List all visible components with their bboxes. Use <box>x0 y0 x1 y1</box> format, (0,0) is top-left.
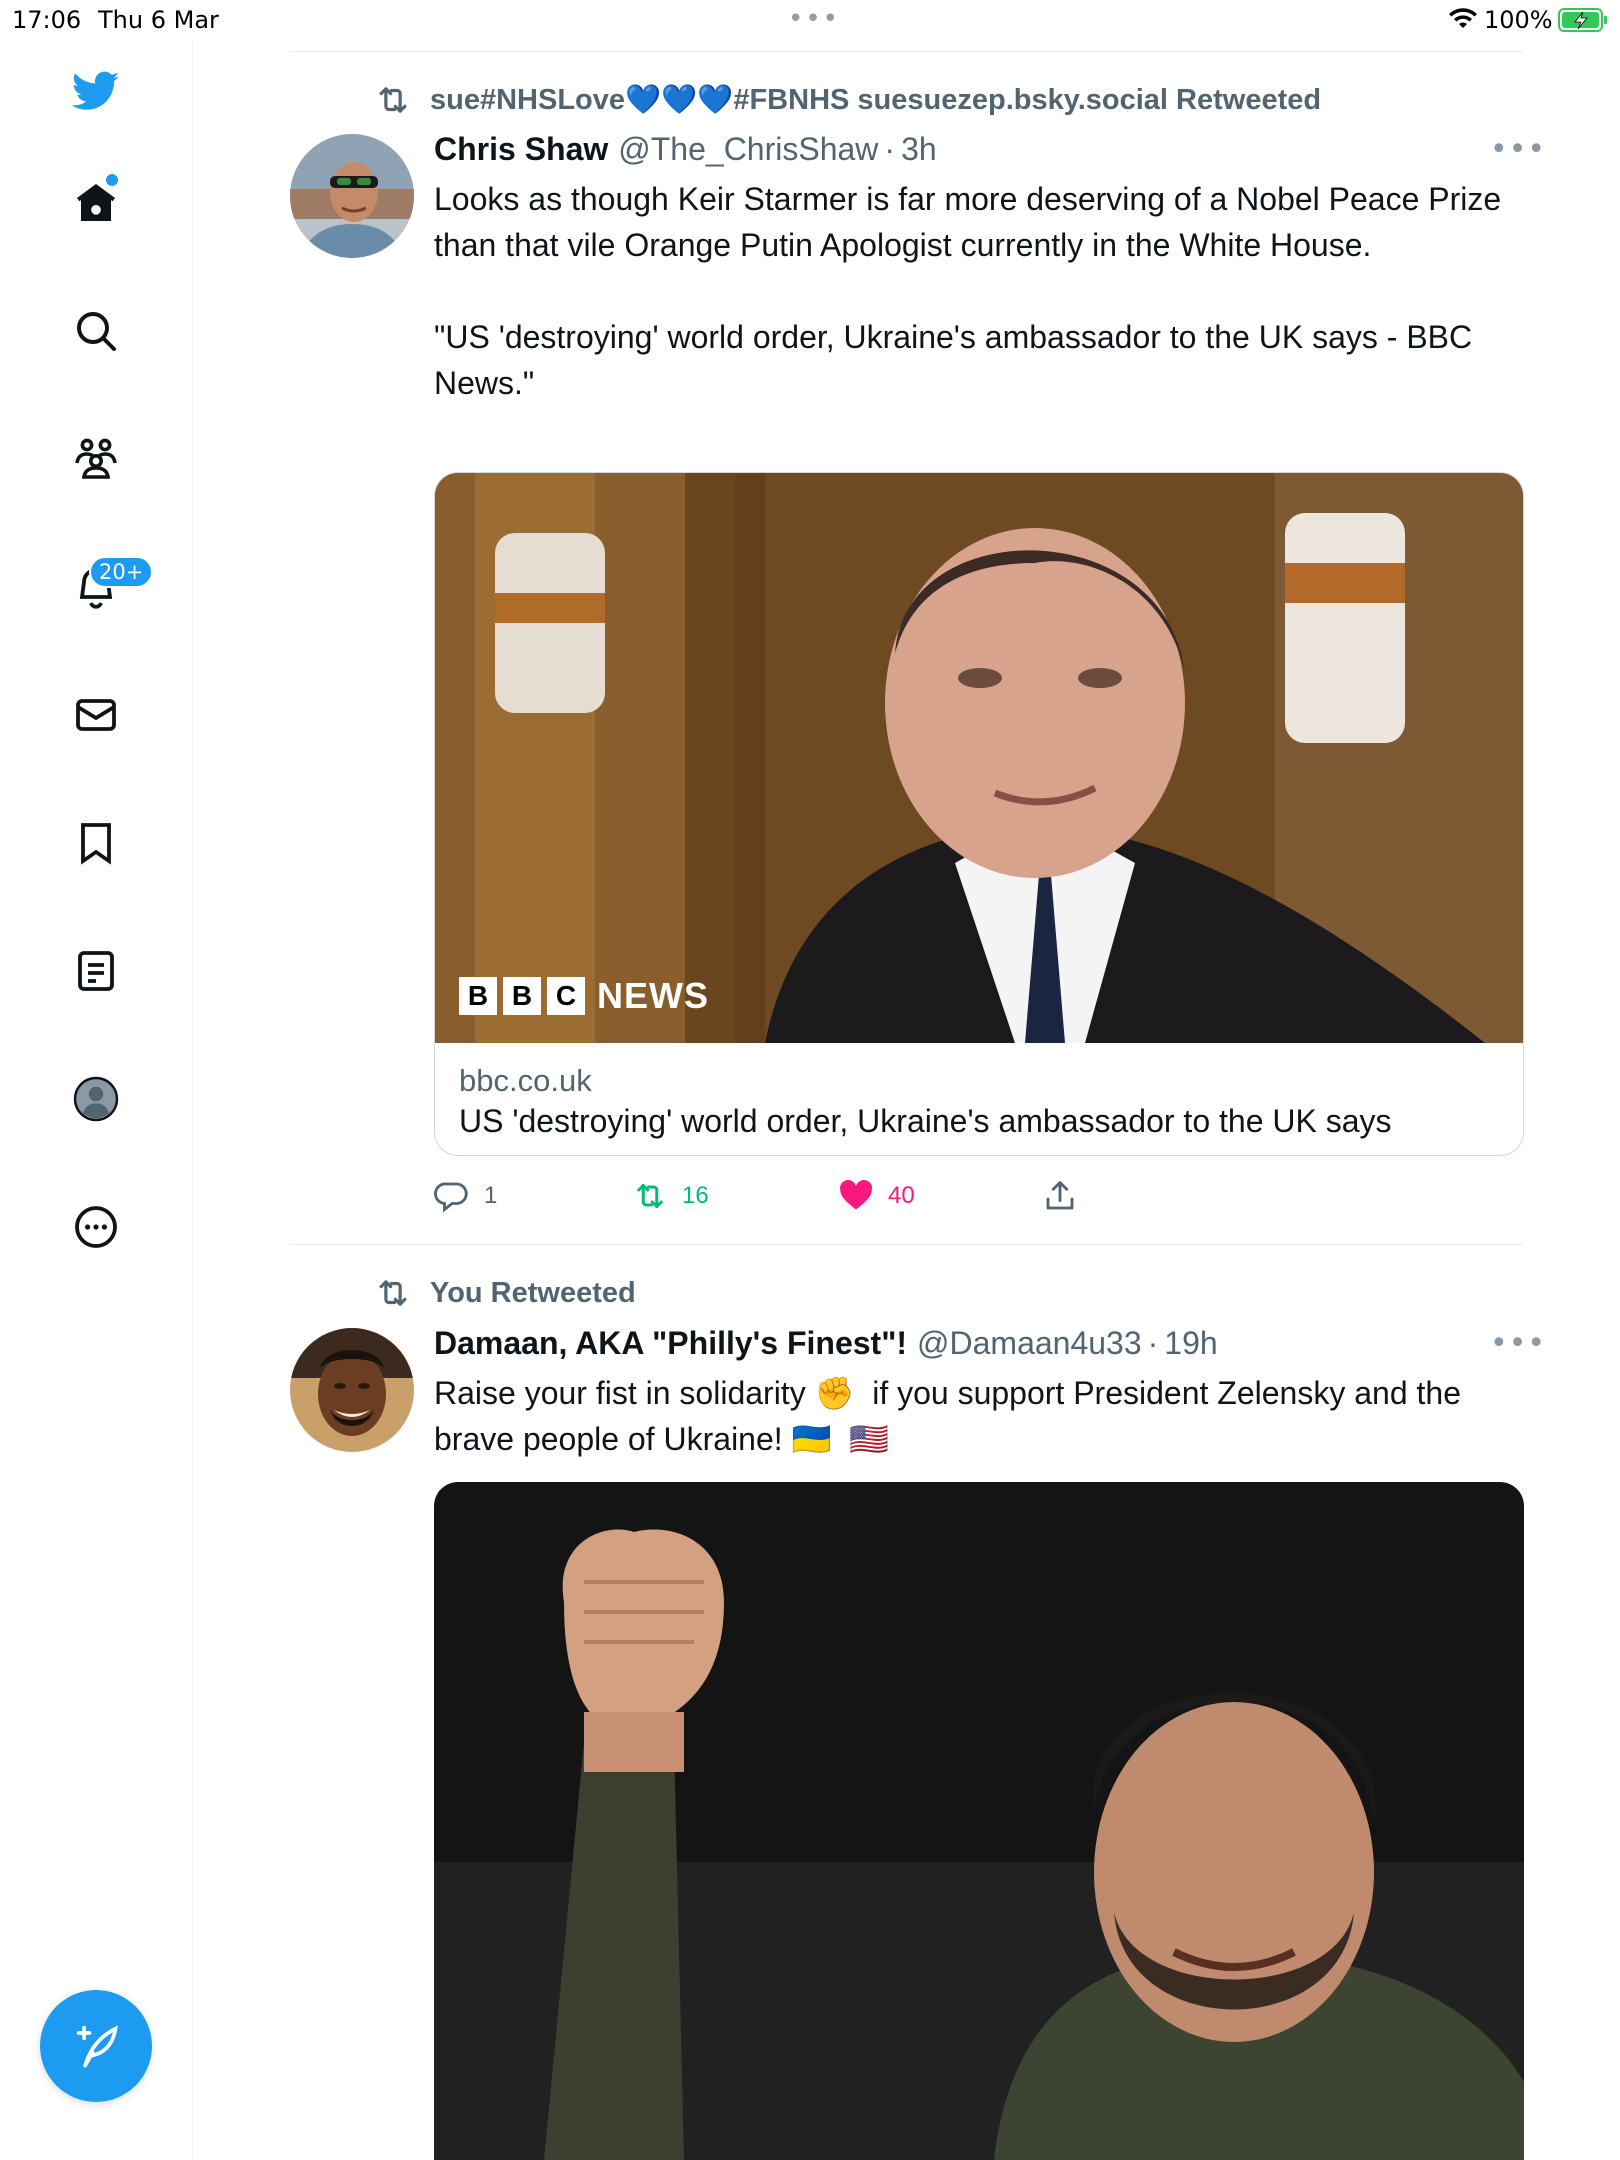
avatar[interactable] <box>290 134 414 258</box>
tweet-more-button[interactable]: ••• <box>1490 1326 1546 1361</box>
tweet-time[interactable]: 19h <box>1164 1325 1217 1362</box>
tweet-divider <box>290 1244 1523 1245</box>
notifications-badge: 20+ <box>89 556 154 588</box>
separator-dot: · <box>1147 1324 1159 1361</box>
status-bar: 17:06 Thu 6 Mar ••• 100% <box>0 0 1620 40</box>
reply-count: 1 <box>484 1182 498 1209</box>
tweet-text: Looks as though Keir Starmer is far more… <box>434 181 1502 401</box>
profile-icon[interactable] <box>55 1058 137 1140</box>
retweet-context-text[interactable]: sue#NHSLove💙💙💙#FBNHS suesuezep.bsky.soci… <box>430 83 1321 117</box>
search-icon[interactable] <box>55 290 137 372</box>
retweet-context: You Retweeted <box>374 1273 636 1313</box>
bbc-news-logo: B B C NEWS <box>459 975 709 1017</box>
bbc-logo-letter: C <box>547 977 585 1015</box>
retweet-context: sue#NHSLove💙💙💙#FBNHS suesuezep.bsky.soci… <box>374 80 1321 120</box>
reply-button[interactable]: 1 <box>434 1176 497 1216</box>
author-name[interactable]: Chris Shaw <box>434 131 608 168</box>
notifications-icon[interactable]: 20+ <box>55 546 154 628</box>
heart-filled-icon <box>840 1180 872 1210</box>
tweet-more-button[interactable]: ••• <box>1490 132 1546 167</box>
battery-percent: 100% <box>1484 6 1553 34</box>
compose-tweet-button[interactable] <box>40 1990 152 2102</box>
retweet-count: 16 <box>682 1182 709 1209</box>
author-handle[interactable]: @Damaan4u33 <box>917 1325 1142 1362</box>
like-count: 40 <box>888 1182 915 1209</box>
author-handle[interactable]: @The_ChrisShaw <box>618 131 878 168</box>
battery-charging-icon <box>1558 8 1607 32</box>
like-button[interactable]: 40 <box>838 1176 915 1216</box>
avatar[interactable] <box>290 1328 414 1452</box>
retweet-button[interactable]: 16 <box>632 1176 709 1216</box>
retweet-context-text[interactable]: You Retweeted <box>430 1277 636 1310</box>
bookmarks-icon[interactable] <box>55 802 137 884</box>
bbc-logo-letter: B <box>459 977 497 1015</box>
bbc-logo-letter: B <box>503 977 541 1015</box>
share-button[interactable] <box>1042 1176 1092 1216</box>
more-icon[interactable] <box>55 1186 137 1268</box>
status-time: 17:06 <box>12 6 82 34</box>
sidebar: 20+ <box>0 40 193 2160</box>
link-card[interactable]: B B C NEWS bbc.co.uk US 'destroying' wor… <box>434 472 1524 1156</box>
lists-icon[interactable] <box>55 930 137 1012</box>
messages-icon[interactable] <box>55 674 137 756</box>
retweet-icon <box>379 87 407 113</box>
tweet-text: Raise your fist in solidarity ✊ if you s… <box>434 1375 1470 1457</box>
reply-icon <box>434 1182 468 1213</box>
communities-icon[interactable] <box>55 418 137 500</box>
tweet-header: Chris Shaw @The_ChrisShaw · 3h <box>434 127 937 171</box>
home-unread-dot <box>106 174 118 186</box>
home-icon[interactable] <box>55 162 137 244</box>
timeline-top-divider <box>290 51 1523 52</box>
multitasking-dots-icon[interactable]: ••• <box>788 4 840 34</box>
bbc-logo-word: NEWS <box>597 975 709 1016</box>
share-icon <box>1046 1181 1074 1210</box>
retweet-icon <box>637 1184 663 1208</box>
compose-tweet-icon <box>76 2025 118 2068</box>
tweet-time[interactable]: 3h <box>901 131 937 168</box>
link-card-title: US 'destroying' world order, Ukraine's a… <box>459 1103 1392 1139</box>
wifi-icon <box>1449 8 1477 28</box>
link-card-image <box>435 473 1523 1043</box>
link-card-domain: bbc.co.uk <box>459 1063 592 1098</box>
tweet-photo[interactable] <box>434 1482 1524 2160</box>
tweet-photo-image <box>434 1482 1524 2160</box>
status-date: Thu 6 Mar <box>98 6 219 34</box>
retweet-icon <box>379 1280 407 1306</box>
separator-dot: · <box>884 130 896 167</box>
author-name[interactable]: Damaan, AKA "Philly's Finest"! <box>434 1325 907 1362</box>
twitter-logo-icon[interactable] <box>55 50 137 132</box>
tweet-header: Damaan, AKA "Philly's Finest"! @Damaan4u… <box>434 1321 1218 1365</box>
tweet-actions: 1 16 40 <box>434 1176 1434 1216</box>
